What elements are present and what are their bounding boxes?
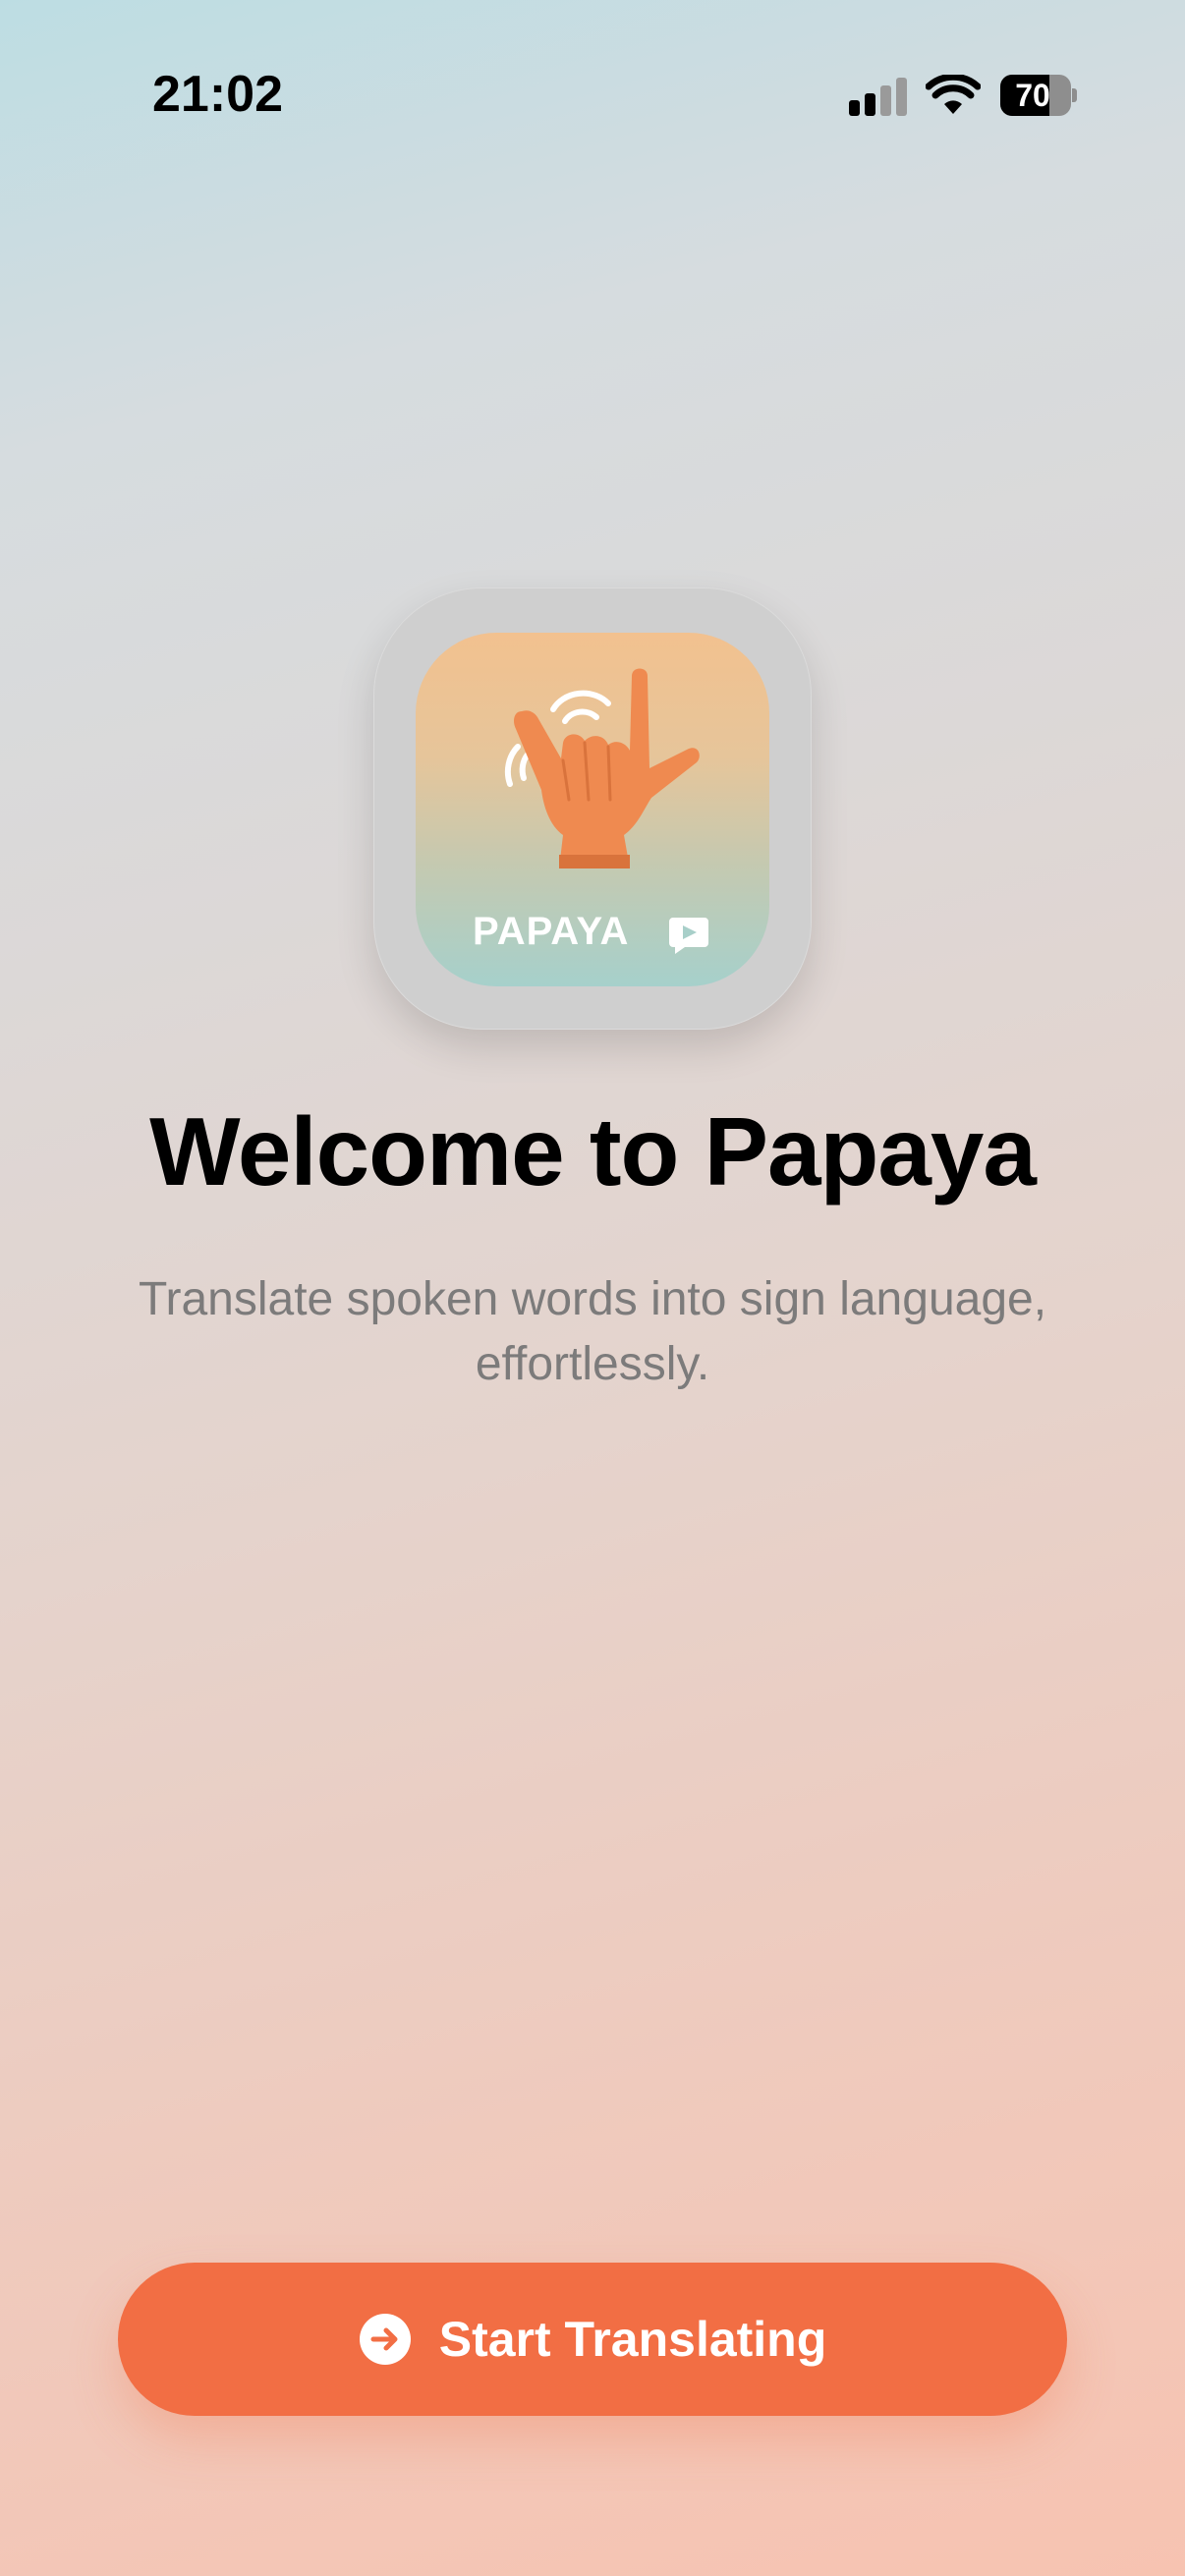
cellular-signal-icon bbox=[849, 77, 908, 116]
signal-bar bbox=[896, 78, 907, 116]
arrow-circle-right-icon bbox=[359, 2314, 411, 2365]
welcome-subtitle: Translate spoken words into sign languag… bbox=[138, 1273, 1047, 1390]
app-icon: PAPAYA bbox=[416, 633, 769, 986]
start-button-label: Start Translating bbox=[438, 2312, 827, 2367]
start-translating-button[interactable]: Start Translating bbox=[118, 2263, 1067, 2416]
battery-body: 70 bbox=[1000, 75, 1071, 116]
brand-label: PAPAYA bbox=[473, 910, 630, 953]
battery-level: 70 bbox=[1015, 78, 1050, 113]
signal-bar bbox=[849, 100, 860, 116]
chat-bubble-icon bbox=[669, 918, 708, 954]
signal-bar bbox=[865, 93, 875, 116]
signal-bar bbox=[880, 85, 891, 116]
wifi-icon bbox=[926, 75, 981, 114]
battery-cap bbox=[1072, 88, 1077, 102]
status-time: 21:02 bbox=[152, 66, 283, 123]
status-bar: 21:02 70 bbox=[0, 0, 1185, 187]
battery-icon: 70 bbox=[1000, 75, 1077, 116]
welcome-title: Welcome to Papaya bbox=[149, 1097, 1037, 1205]
